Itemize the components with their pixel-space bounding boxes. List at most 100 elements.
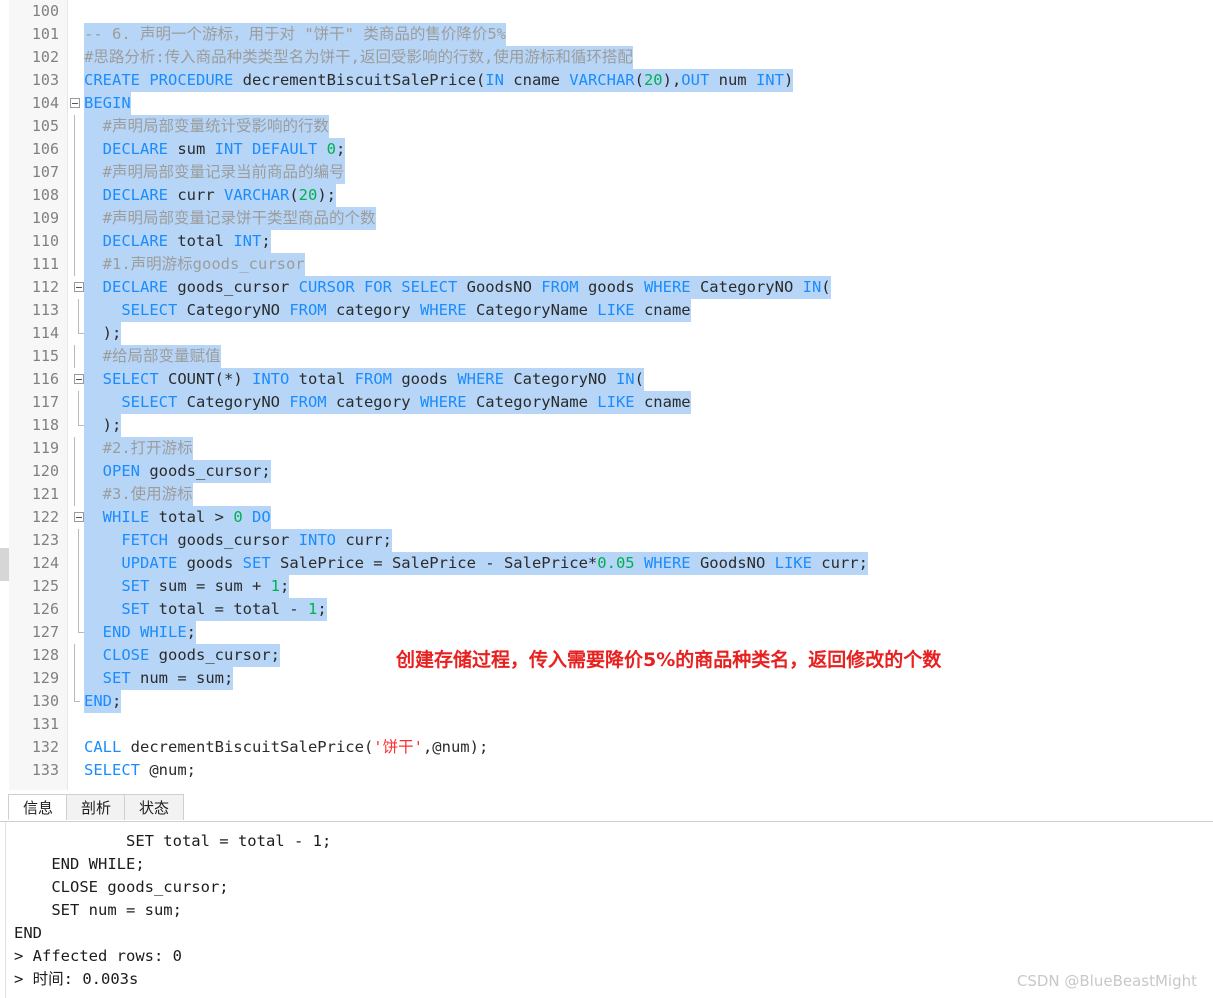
line-number: 125 (31, 577, 59, 595)
fold-toggle-icon[interactable] (74, 374, 84, 384)
code-line[interactable]: 121 #3.使用游标 (0, 483, 1213, 506)
results-tabstrip[interactable]: 信息 剖析 状态 (0, 794, 1213, 822)
code-token: ( (634, 370, 644, 388)
code-line[interactable]: 126 SET total = total - 1; (0, 598, 1213, 621)
fold-toggle-icon[interactable] (70, 98, 80, 108)
code-line-text: #3.使用游标 (84, 483, 193, 506)
line-number: 118 (31, 416, 59, 434)
code-token: goods_cursor (168, 531, 299, 549)
code-line[interactable]: 115 #给局部变量赋值 (0, 345, 1213, 368)
code-line[interactable]: 105 #声明局部变量统计受影响的行数 (0, 115, 1213, 138)
watermark-text: CSDN @BlueBeastMight (1016, 972, 1197, 990)
code-line[interactable]: 112 DECLARE goods_cursor CURSOR FOR SELE… (0, 276, 1213, 299)
code-token: FROM (289, 393, 327, 411)
code-token: SalePrice = SalePrice - SalePrice* (270, 554, 598, 572)
line-number: 122 (31, 508, 59, 526)
code-token: WHERE (457, 370, 504, 388)
line-number: 115 (31, 347, 59, 365)
code-token: ); (84, 416, 122, 434)
code-line-text: BEGIN (84, 92, 131, 115)
code-line-text: ); (84, 322, 122, 345)
code-line[interactable]: 125 SET sum = sum + 1; (0, 575, 1213, 598)
code-line[interactable]: 133 SELECT @num; (0, 759, 1213, 782)
code-line[interactable]: 119 #2.打开游标 (0, 437, 1213, 460)
fold-guide-line (78, 529, 79, 552)
code-line[interactable]: 120 OPEN goods_cursor; (0, 460, 1213, 483)
code-token: num (709, 71, 756, 89)
code-line[interactable]: 104 BEGIN (0, 92, 1213, 115)
fold-guide-line (74, 115, 75, 138)
code-line[interactable]: 100 (0, 0, 1213, 23)
fold-guide-line (78, 575, 79, 598)
code-line-text: DECLARE total INT; (84, 230, 271, 253)
code-token: IN (802, 278, 822, 296)
line-number: 104 (31, 94, 59, 112)
code-token: curr (168, 186, 224, 204)
line-number: 113 (31, 301, 59, 319)
fold-guide-line (78, 299, 79, 322)
fold-toggle-icon[interactable] (74, 282, 84, 292)
code-token: WHERE (643, 278, 691, 296)
code-token: FROM (289, 301, 327, 319)
code-token: DECLARE (102, 186, 168, 204)
code-line[interactable]: 131 (0, 713, 1213, 736)
code-token: sum = sum + (149, 577, 271, 595)
code-line-text: ); (84, 414, 122, 437)
code-line[interactable]: 114 ); (0, 322, 1213, 345)
fold-guide-line (74, 644, 75, 667)
code-token: 1 (307, 600, 318, 618)
code-token: LIKE (774, 554, 812, 572)
code-token: SET (121, 600, 150, 618)
code-token: CategoryName (466, 393, 598, 411)
code-token: WHILE (102, 508, 150, 526)
code-line[interactable]: 101 -- 6. 声明一个游标，用于对 "饼干" 类商品的售价降价5% (0, 23, 1213, 46)
code-line[interactable]: 113 SELECT CategoryNO FROM category WHER… (0, 299, 1213, 322)
code-token: #声明局部变量统计受影响的行数 (84, 117, 329, 135)
code-line[interactable]: 103 CREATE PROCEDURE decrementBiscuitSale… (0, 69, 1213, 92)
line-number: 100 (31, 2, 59, 20)
tab-profile[interactable]: 剖析 (66, 794, 127, 820)
line-number: 114 (31, 324, 59, 342)
code-line[interactable]: 116 SELECT COUNT(*) INTO total FROM good… (0, 368, 1213, 391)
vertical-scrollbar-thumb[interactable] (0, 548, 9, 581)
code-token: curr; (335, 531, 392, 549)
code-token: INT (755, 71, 784, 89)
code-line[interactable]: 117 SELECT CategoryNO FROM category WHER… (0, 391, 1213, 414)
code-token: goods_cursor; (149, 646, 280, 664)
sql-code-editor[interactable]: 100 101 -- 6. 声明一个游标，用于对 "饼干" 类商品的售价降价5% 10… (0, 0, 1213, 790)
code-line[interactable]: 106 DECLARE sum INT DEFAULT 0; (0, 138, 1213, 161)
code-line-text: END; (84, 690, 122, 713)
code-line[interactable]: 108 DECLARE curr VARCHAR(20); (0, 184, 1213, 207)
code-token: FROM (541, 278, 579, 296)
code-line[interactable]: 130 END; (0, 690, 1213, 713)
code-line[interactable]: 123 FETCH goods_cursor INTO curr; (0, 529, 1213, 552)
line-number: 109 (31, 209, 59, 227)
code-token: DECLARE (102, 278, 168, 296)
code-line[interactable]: 107 #声明局部变量记录当前商品的编号 (0, 161, 1213, 184)
code-line[interactable]: 110 DECLARE total INT; (0, 230, 1213, 253)
code-token: SELECT (121, 393, 178, 411)
line-number: 111 (31, 255, 59, 273)
code-line[interactable]: 102 #思路分析:传入商品种类类型名为饼干,返回受影响的行数,使用游标和循环搭配 (0, 46, 1213, 69)
code-line[interactable]: 111 #1.声明游标goods_cursor (0, 253, 1213, 276)
tab-info[interactable]: 信息 (8, 794, 69, 820)
code-token: 20 (643, 71, 663, 89)
code-token: total > (149, 508, 234, 526)
code-line-text: CLOSE goods_cursor; (84, 644, 280, 667)
fold-toggle-icon[interactable] (74, 512, 84, 522)
tab-status[interactable]: 状态 (124, 794, 185, 820)
code-line[interactable]: 109 #声明局部变量记录饼干类型商品的个数 (0, 207, 1213, 230)
code-line[interactable]: 132 CALL decrementBiscuitSalePrice('饼干',@… (0, 736, 1213, 759)
code-token: OPEN (102, 462, 140, 480)
code-line[interactable]: 118 ); (0, 414, 1213, 437)
code-line[interactable]: 122 WHILE total > 0 DO (0, 506, 1213, 529)
code-token: cname (634, 393, 691, 411)
code-line[interactable]: 124 UPDATE goods SET SalePrice = SalePri… (0, 552, 1213, 575)
code-token: CategoryNO (177, 393, 290, 411)
code-line[interactable]: 127 END WHILE; (0, 621, 1213, 644)
